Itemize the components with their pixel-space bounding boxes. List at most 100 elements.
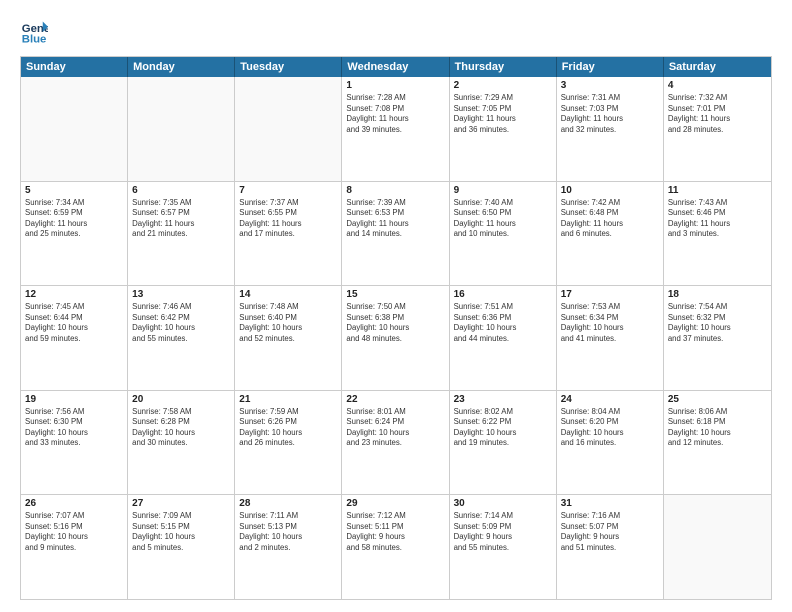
calendar-cell: 9Sunrise: 7:40 AM Sunset: 6:50 PM Daylig… bbox=[450, 182, 557, 286]
day-info: Sunrise: 8:06 AM Sunset: 6:18 PM Dayligh… bbox=[668, 407, 767, 449]
calendar-cell: 25 Sunrise: 8:06 AM Sunset: 6:18 PM Dayli… bbox=[664, 391, 771, 495]
calendar-cell: 3 Sunrise: 7:31 AM Sunset: 7:03 PM Daylig… bbox=[557, 77, 664, 181]
day-info: Sunrise: 7:37 AM Sunset: 6:55 PM Dayligh… bbox=[239, 198, 337, 240]
calendar-body: 1 Sunrise: 7:28 AM Sunset: 7:08 PM Daylig… bbox=[21, 77, 771, 599]
day-info: Sunrise: 7:35 AM Sunset: 6:57 PM Dayligh… bbox=[132, 198, 230, 240]
day-info: Sunrise: 7:28 AM Sunset: 7:08 PM Dayligh… bbox=[346, 93, 444, 135]
day-number: 15 bbox=[346, 289, 444, 300]
weekday-header-wednesday: Wednesday bbox=[342, 57, 449, 77]
day-number: 14 bbox=[239, 289, 337, 300]
calendar-cell: 14 Sunrise: 7:48 AM Sunset: 6:40 PM Dayli… bbox=[235, 286, 342, 390]
day-number: 18 bbox=[668, 289, 767, 300]
calendar-cell: 16 Sunrise: 7:51 AM Sunset: 6:36 PM Dayli… bbox=[450, 286, 557, 390]
day-number: 2 bbox=[454, 80, 552, 91]
calendar-cell: 5 Sunrise: 7:34 AM Sunset: 6:59 PM Daylig… bbox=[21, 182, 128, 286]
day-info: Sunrise: 7:51 AM Sunset: 6:36 PM Dayligh… bbox=[454, 302, 552, 344]
day-number: 21 bbox=[239, 394, 337, 405]
day-number: 1 bbox=[346, 80, 444, 91]
day-info: Sunrise: 7:14 AM Sunset: 5:09 PM Dayligh… bbox=[454, 511, 552, 553]
day-info: Sunrise: 7:40 AM Sunset: 6:50 PM Dayligh… bbox=[454, 198, 552, 240]
day-number: 26 bbox=[25, 498, 123, 509]
calendar-row-3: 12 Sunrise: 7:45 AM Sunset: 6:44 PM Dayli… bbox=[21, 285, 771, 390]
calendar-cell bbox=[664, 495, 771, 599]
day-info: Sunrise: 7:29 AM Sunset: 7:05 PM Dayligh… bbox=[454, 93, 552, 135]
calendar-cell: 18 Sunrise: 7:54 AM Sunset: 6:32 PM Dayli… bbox=[664, 286, 771, 390]
day-number: 19 bbox=[25, 394, 123, 405]
day-info: Sunrise: 7:54 AM Sunset: 6:32 PM Dayligh… bbox=[668, 302, 767, 344]
day-info: Sunrise: 7:31 AM Sunset: 7:03 PM Dayligh… bbox=[561, 93, 659, 135]
day-info: Sunrise: 7:48 AM Sunset: 6:40 PM Dayligh… bbox=[239, 302, 337, 344]
day-number: 27 bbox=[132, 498, 230, 509]
day-number: 29 bbox=[346, 498, 444, 509]
day-number: 31 bbox=[561, 498, 659, 509]
calendar-cell: 23 Sunrise: 8:02 AM Sunset: 6:22 PM Dayli… bbox=[450, 391, 557, 495]
calendar-row-2: 5 Sunrise: 7:34 AM Sunset: 6:59 PM Daylig… bbox=[21, 181, 771, 286]
calendar-cell: 2 Sunrise: 7:29 AM Sunset: 7:05 PM Daylig… bbox=[450, 77, 557, 181]
day-info: Sunrise: 7:32 AM Sunset: 7:01 PM Dayligh… bbox=[668, 93, 767, 135]
day-number: 10 bbox=[561, 185, 659, 196]
calendar-cell: 19 Sunrise: 7:56 AM Sunset: 6:30 PM Dayli… bbox=[21, 391, 128, 495]
svg-text:Blue: Blue bbox=[22, 34, 47, 46]
page: General Blue SundayMondayTuesdayWednesda… bbox=[0, 0, 792, 612]
calendar-cell: 20 Sunrise: 7:58 AM Sunset: 6:28 PM Dayli… bbox=[128, 391, 235, 495]
day-info: Sunrise: 7:07 AM Sunset: 5:16 PM Dayligh… bbox=[25, 511, 123, 553]
day-info: Sunrise: 7:34 AM Sunset: 6:59 PM Dayligh… bbox=[25, 198, 123, 240]
calendar-cell: 15 Sunrise: 7:50 AM Sunset: 6:38 PM Dayli… bbox=[342, 286, 449, 390]
day-number: 28 bbox=[239, 498, 337, 509]
day-number: 20 bbox=[132, 394, 230, 405]
calendar-cell: 29Sunrise: 7:12 AM Sunset: 5:11 PM Dayli… bbox=[342, 495, 449, 599]
day-number: 17 bbox=[561, 289, 659, 300]
day-info: Sunrise: 8:04 AM Sunset: 6:20 PM Dayligh… bbox=[561, 407, 659, 449]
logo: General Blue bbox=[20, 18, 48, 46]
weekday-header-sunday: Sunday bbox=[21, 57, 128, 77]
calendar-cell: 31 Sunrise: 7:16 AM Sunset: 5:07 PM Dayli… bbox=[557, 495, 664, 599]
calendar-cell bbox=[128, 77, 235, 181]
calendar-cell: 13Sunrise: 7:46 AM Sunset: 6:42 PM Dayli… bbox=[128, 286, 235, 390]
weekday-header-monday: Monday bbox=[128, 57, 235, 77]
day-info: Sunrise: 8:02 AM Sunset: 6:22 PM Dayligh… bbox=[454, 407, 552, 449]
calendar-cell: 17 Sunrise: 7:53 AM Sunset: 6:34 PM Dayli… bbox=[557, 286, 664, 390]
calendar-cell: 10 Sunrise: 7:42 AM Sunset: 6:48 PM Dayli… bbox=[557, 182, 664, 286]
calendar-row-5: 26 Sunrise: 7:07 AM Sunset: 5:16 PM Dayli… bbox=[21, 494, 771, 599]
day-info: Sunrise: 7:53 AM Sunset: 6:34 PM Dayligh… bbox=[561, 302, 659, 344]
day-info: Sunrise: 7:39 AM Sunset: 6:53 PM Dayligh… bbox=[346, 198, 444, 240]
calendar-row-1: 1 Sunrise: 7:28 AM Sunset: 7:08 PM Daylig… bbox=[21, 77, 771, 181]
calendar-cell: 26 Sunrise: 7:07 AM Sunset: 5:16 PM Dayli… bbox=[21, 495, 128, 599]
day-number: 3 bbox=[561, 80, 659, 91]
calendar-cell: 8 Sunrise: 7:39 AM Sunset: 6:53 PM Daylig… bbox=[342, 182, 449, 286]
day-info: Sunrise: 7:58 AM Sunset: 6:28 PM Dayligh… bbox=[132, 407, 230, 449]
calendar-cell: 11 Sunrise: 7:43 AM Sunset: 6:46 PM Dayli… bbox=[664, 182, 771, 286]
day-number: 23 bbox=[454, 394, 552, 405]
calendar-row-4: 19 Sunrise: 7:56 AM Sunset: 6:30 PM Dayli… bbox=[21, 390, 771, 495]
day-number: 5 bbox=[25, 185, 123, 196]
day-number: 12 bbox=[25, 289, 123, 300]
calendar-cell: 27Sunrise: 7:09 AM Sunset: 5:15 PM Dayli… bbox=[128, 495, 235, 599]
day-info: Sunrise: 8:01 AM Sunset: 6:24 PM Dayligh… bbox=[346, 407, 444, 449]
day-info: Sunrise: 7:43 AM Sunset: 6:46 PM Dayligh… bbox=[668, 198, 767, 240]
calendar-cell: 6 Sunrise: 7:35 AM Sunset: 6:57 PM Daylig… bbox=[128, 182, 235, 286]
day-number: 25 bbox=[668, 394, 767, 405]
day-number: 7 bbox=[239, 185, 337, 196]
day-info: Sunrise: 7:42 AM Sunset: 6:48 PM Dayligh… bbox=[561, 198, 659, 240]
calendar-cell bbox=[21, 77, 128, 181]
day-info: Sunrise: 7:59 AM Sunset: 6:26 PM Dayligh… bbox=[239, 407, 337, 449]
day-number: 16 bbox=[454, 289, 552, 300]
calendar-header: SundayMondayTuesdayWednesdayThursdayFrid… bbox=[21, 57, 771, 77]
day-number: 6 bbox=[132, 185, 230, 196]
day-info: Sunrise: 7:50 AM Sunset: 6:38 PM Dayligh… bbox=[346, 302, 444, 344]
calendar-cell: 30Sunrise: 7:14 AM Sunset: 5:09 PM Dayli… bbox=[450, 495, 557, 599]
day-info: Sunrise: 7:16 AM Sunset: 5:07 PM Dayligh… bbox=[561, 511, 659, 553]
day-info: Sunrise: 7:46 AM Sunset: 6:42 PM Dayligh… bbox=[132, 302, 230, 344]
day-info: Sunrise: 7:11 AM Sunset: 5:13 PM Dayligh… bbox=[239, 511, 337, 553]
day-number: 11 bbox=[668, 185, 767, 196]
calendar-cell: 28 Sunrise: 7:11 AM Sunset: 5:13 PM Dayli… bbox=[235, 495, 342, 599]
day-info: Sunrise: 7:56 AM Sunset: 6:30 PM Dayligh… bbox=[25, 407, 123, 449]
header: General Blue bbox=[20, 18, 772, 46]
day-number: 8 bbox=[346, 185, 444, 196]
calendar: SundayMondayTuesdayWednesdayThursdayFrid… bbox=[20, 56, 772, 600]
calendar-cell: 24Sunrise: 8:04 AM Sunset: 6:20 PM Dayli… bbox=[557, 391, 664, 495]
weekday-header-saturday: Saturday bbox=[664, 57, 771, 77]
calendar-cell: 21 Sunrise: 7:59 AM Sunset: 6:26 PM Dayli… bbox=[235, 391, 342, 495]
day-info: Sunrise: 7:45 AM Sunset: 6:44 PM Dayligh… bbox=[25, 302, 123, 344]
calendar-cell: 1 Sunrise: 7:28 AM Sunset: 7:08 PM Daylig… bbox=[342, 77, 449, 181]
